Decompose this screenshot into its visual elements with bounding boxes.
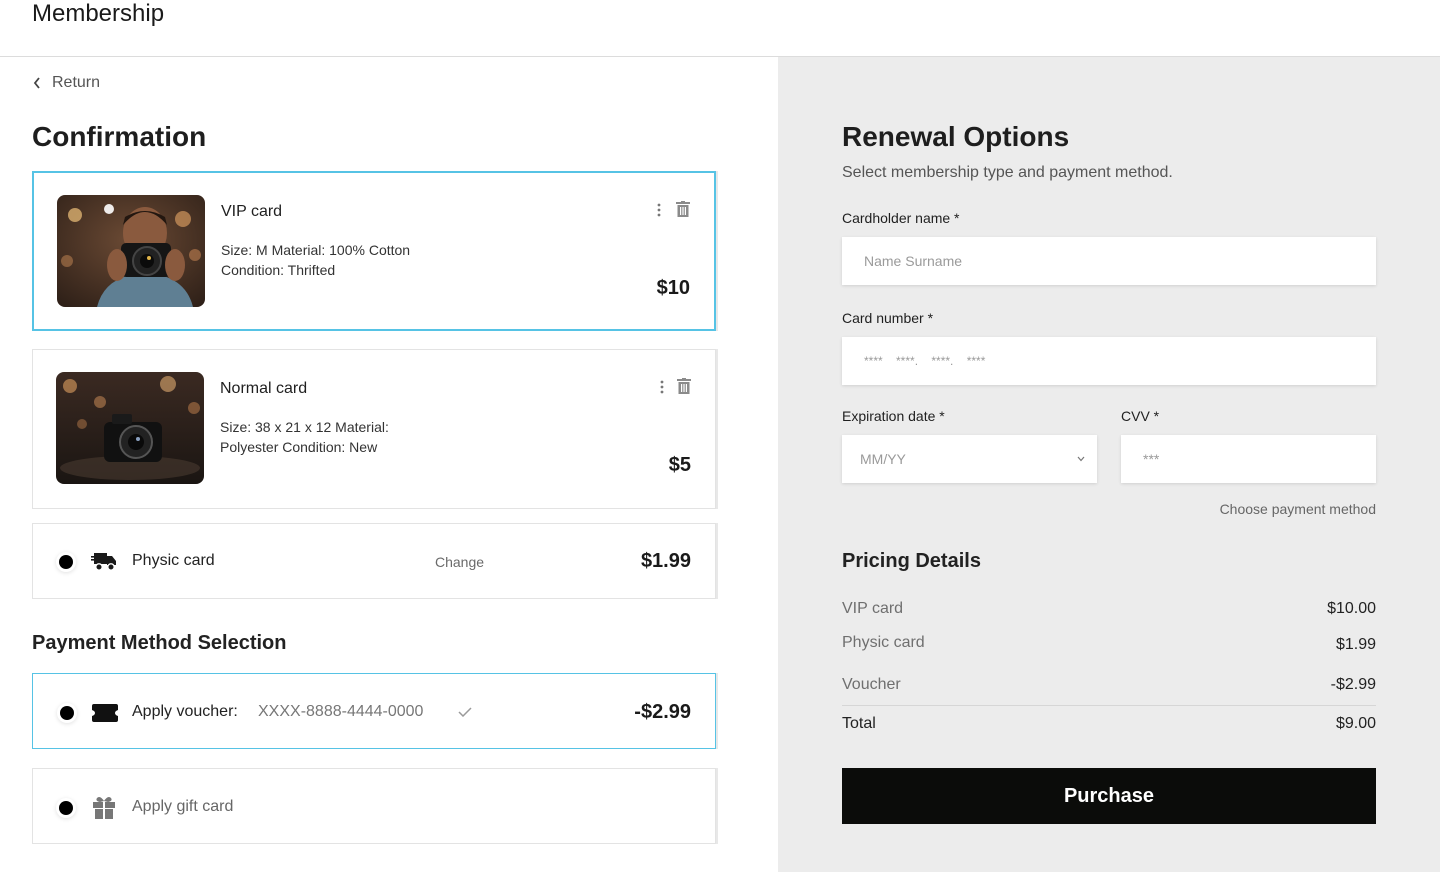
item-description: Size: M Material: 100% Cotton Condition:… — [221, 242, 411, 278]
expiration-input[interactable] — [842, 435, 1097, 483]
item-price: $10 — [656, 277, 690, 299]
item-price: $5 — [668, 454, 691, 476]
check-icon — [458, 707, 472, 717]
return-link[interactable]: Return — [32, 74, 100, 92]
cardholder-input[interactable] — [842, 237, 1376, 285]
shipping-price: $1.99 — [640, 550, 691, 572]
renewal-panel: Renewal Options Select membership type a… — [778, 57, 1440, 872]
voucher-radio[interactable] — [60, 706, 74, 720]
pricing-label: Physic card — [842, 634, 925, 651]
cart-item-normal[interactable]: Normal card Size: 38 x 21 x 12 Material:… — [32, 349, 716, 509]
item-description: Size: 38 x 21 x 12 Material: Polyester C… — [220, 419, 389, 455]
gift-card-label[interactable]: Apply gift card — [132, 798, 233, 816]
cvv-input[interactable] — [1121, 435, 1376, 483]
total-value: $9.00 — [1335, 715, 1376, 732]
voucher-code[interactable]: XXXX-8888-4444-0000 — [258, 703, 423, 721]
pricing-value: -$2.99 — [1330, 676, 1376, 693]
ticket-icon — [92, 704, 118, 722]
vip-card-image — [57, 195, 205, 307]
pricing-label: Voucher — [842, 676, 901, 693]
cardholder-label: Cardholder name * — [842, 210, 960, 226]
cvv-field[interactable] — [1121, 435, 1376, 483]
gift-card-option[interactable]: Apply gift card — [32, 768, 716, 844]
card-number-field[interactable] — [842, 337, 1376, 385]
pricing-value: $1.99 — [1335, 636, 1376, 653]
cvv-label: CVV * — [1121, 408, 1160, 424]
gift-icon — [93, 797, 115, 819]
cart-item-vip[interactable]: VIP card Size: M Material: 100% Cotton C… — [32, 171, 716, 331]
page-title: Confirmation — [32, 121, 207, 152]
app-title: Membership — [32, 0, 165, 27]
choose-payment-link[interactable]: Choose payment method — [1220, 501, 1376, 517]
chevron-down-icon — [1077, 456, 1085, 462]
voucher-label: Apply voucher: — [132, 703, 238, 720]
pricing-label: VIP card — [842, 600, 904, 617]
normal-card-image — [56, 372, 204, 484]
confirmation-panel: Return Confirmation VIP card Size: M Mat… — [0, 57, 778, 872]
payment-method-title: Payment Method Selection — [32, 632, 287, 654]
cardholder-field[interactable] — [842, 237, 1376, 285]
shipping-label: Physic card — [132, 552, 215, 569]
delivery-truck-icon — [91, 553, 116, 571]
purchase-button[interactable]: Purchase — [842, 768, 1376, 824]
renewal-title: Renewal Options — [842, 121, 1070, 152]
chevron-left-icon — [33, 77, 40, 89]
shipping-option[interactable]: Physic card Change $1.99 — [32, 523, 716, 599]
expiration-select[interactable] — [842, 435, 1097, 483]
change-shipping-link[interactable]: Change — [435, 554, 484, 570]
trash-icon[interactable] — [676, 201, 690, 217]
voucher-price: -$2.99 — [634, 701, 691, 723]
pricing-divider — [842, 705, 1376, 706]
top-bar: Membership — [0, 0, 1440, 57]
item-name: VIP card — [221, 203, 283, 220]
renewal-subtitle: Select membership type and payment metho… — [842, 164, 1173, 181]
kebab-menu-icon[interactable] — [659, 380, 665, 394]
pricing-title: Pricing Details — [842, 550, 981, 572]
total-label: Total — [842, 715, 876, 732]
return-label: Return — [52, 74, 101, 91]
pricing-value: $10.00 — [1327, 600, 1376, 617]
kebab-menu-icon[interactable] — [656, 203, 662, 217]
shipping-radio[interactable] — [59, 555, 73, 569]
card-number-input[interactable] — [842, 337, 1376, 385]
voucher-option[interactable]: Apply voucher: XXXX-8888-4444-0000 -$2.9… — [32, 673, 716, 749]
trash-icon[interactable] — [677, 378, 691, 394]
item-name: Normal card — [220, 380, 308, 397]
expiration-label: Expiration date * — [842, 408, 945, 424]
card-number-label: Card number * — [842, 310, 934, 326]
gift-card-radio[interactable] — [59, 801, 73, 815]
